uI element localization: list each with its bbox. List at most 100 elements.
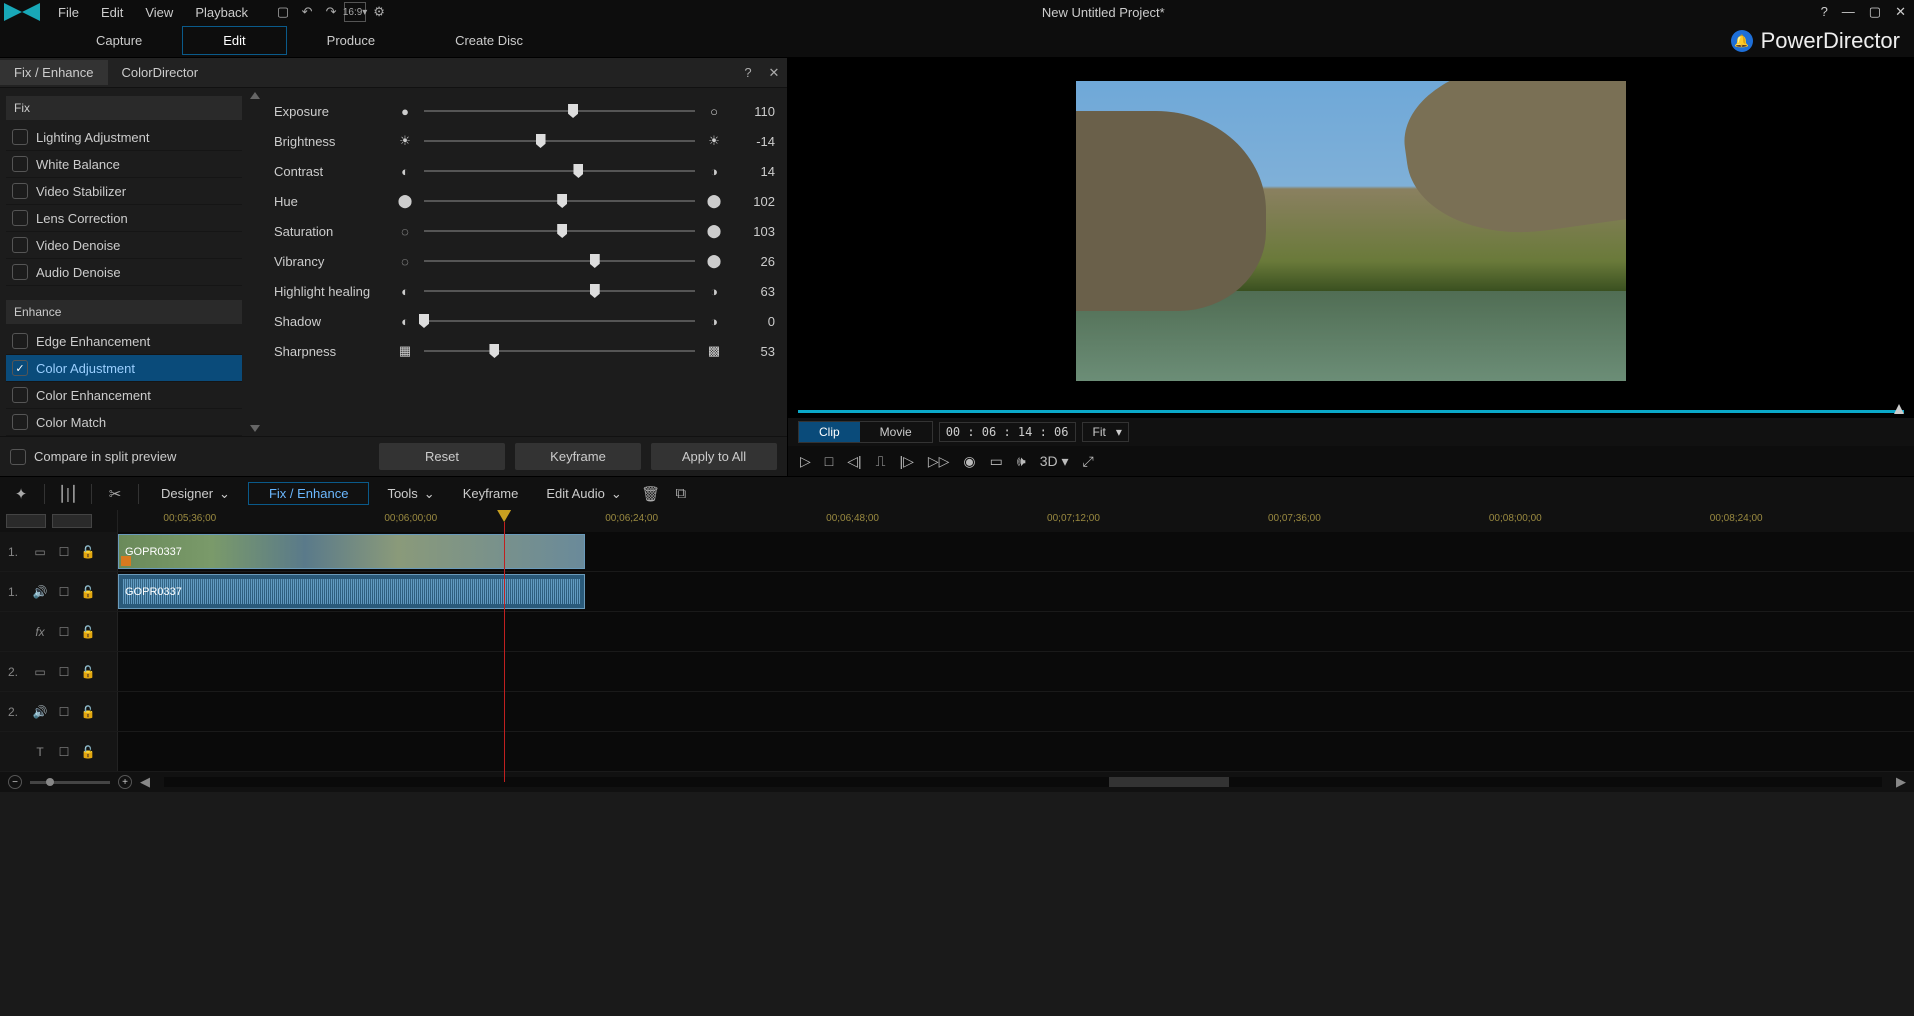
timeline-ruler[interactable]: 00;05;36;0000;06;00;0000;06;24;0000;06;4… bbox=[0, 510, 1914, 532]
track-visibility-icon[interactable]: ☐ bbox=[56, 705, 72, 719]
timeline-clip[interactable]: GOPR0337 bbox=[118, 574, 585, 609]
zoom-in-icon[interactable]: + bbox=[118, 775, 132, 789]
keyframe-tool-button[interactable]: Keyframe bbox=[453, 482, 529, 505]
menu-edit[interactable]: Edit bbox=[91, 2, 133, 23]
slider-thumb[interactable] bbox=[419, 314, 429, 328]
slider-thumb[interactable] bbox=[557, 224, 567, 238]
slider-thumb[interactable] bbox=[590, 254, 600, 268]
next-frame-icon[interactable]: |▷ bbox=[899, 453, 913, 470]
scroll-up-icon[interactable] bbox=[250, 92, 260, 99]
track-header[interactable]: 2.🔊☐🔓 bbox=[0, 692, 118, 731]
slider-track[interactable] bbox=[424, 350, 695, 352]
compare-split-checkbox[interactable]: Compare in split preview bbox=[10, 449, 176, 465]
item-color-enhancement[interactable]: Color Enhancement bbox=[6, 382, 242, 409]
aspect-icon[interactable]: 16:9▾ bbox=[344, 2, 366, 22]
slider-track[interactable] bbox=[424, 260, 695, 262]
track-lock-icon[interactable]: 🔓 bbox=[80, 625, 96, 639]
track-lock-icon[interactable]: 🔓 bbox=[80, 545, 96, 559]
scroll-left-icon[interactable]: ◀ bbox=[140, 774, 150, 790]
slider-value[interactable]: 110 bbox=[733, 104, 775, 119]
checkbox[interactable] bbox=[12, 129, 28, 145]
minimize-icon[interactable]: — bbox=[1838, 4, 1859, 20]
slider-thumb[interactable] bbox=[489, 344, 499, 358]
slider-value[interactable]: 63 bbox=[733, 284, 775, 299]
split-icon[interactable]: ⎮|⎮ bbox=[57, 485, 79, 503]
track-header[interactable]: T☐🔓 bbox=[0, 732, 118, 771]
slider-thumb[interactable] bbox=[557, 194, 567, 208]
item-color-adjustment[interactable]: Color Adjustment bbox=[6, 355, 242, 382]
scroll-down-icon[interactable] bbox=[250, 425, 260, 432]
track-header[interactable]: 1.▭☐🔓 bbox=[0, 532, 118, 571]
slider-thumb[interactable] bbox=[573, 164, 583, 178]
slider-value[interactable]: 102 bbox=[733, 194, 775, 209]
checkbox[interactable] bbox=[12, 360, 28, 376]
tab-colordirector[interactable]: ColorDirector bbox=[108, 60, 213, 85]
track-lane[interactable] bbox=[118, 692, 1914, 731]
mode-capture[interactable]: Capture bbox=[56, 27, 182, 54]
sidebar-scroll[interactable] bbox=[248, 88, 262, 436]
track-lane[interactable] bbox=[118, 652, 1914, 691]
ruler-marks[interactable]: 00;05;36;0000;06;00;0000;06;24;0000;06;4… bbox=[118, 510, 1914, 532]
zoom-slider[interactable] bbox=[30, 781, 110, 784]
fix-enhance-button[interactable]: Fix / Enhance bbox=[248, 482, 370, 505]
ruler-btn-view[interactable] bbox=[6, 514, 46, 528]
slider-thumb[interactable] bbox=[536, 134, 546, 148]
slider-value[interactable]: 53 bbox=[733, 344, 775, 359]
slider-value[interactable]: 14 bbox=[733, 164, 775, 179]
item-lighting-adjustment[interactable]: Lighting Adjustment bbox=[6, 124, 242, 151]
seek-marker[interactable] bbox=[1894, 404, 1904, 414]
menu-file[interactable]: File bbox=[48, 2, 89, 23]
trash-icon[interactable]: 🗑 bbox=[640, 485, 662, 503]
stop-icon[interactable]: □ bbox=[825, 453, 833, 469]
panel-close-icon[interactable]: ✕ bbox=[761, 65, 787, 81]
track-lock-icon[interactable]: 🔓 bbox=[80, 705, 96, 719]
item-audio-denoise[interactable]: Audio Denoise bbox=[6, 259, 242, 286]
item-edge-enhancement[interactable]: Edge Enhancement bbox=[6, 328, 242, 355]
track-lane[interactable] bbox=[118, 732, 1914, 771]
fast-forward-icon[interactable]: ▷▷ bbox=[928, 453, 950, 470]
magic-tool-icon[interactable]: ✦ bbox=[10, 485, 32, 503]
step-icon[interactable]: ⎍ bbox=[876, 453, 886, 470]
prev-frame-icon[interactable]: ◁| bbox=[847, 453, 861, 470]
close-icon[interactable]: ✕ bbox=[1891, 4, 1910, 20]
track-header[interactable]: 1.🔊☐🔓 bbox=[0, 572, 118, 611]
checkbox[interactable] bbox=[12, 333, 28, 349]
undo-icon[interactable]: ↶ bbox=[296, 2, 318, 22]
track-visibility-icon[interactable]: ☐ bbox=[56, 585, 72, 599]
keyframe-button[interactable]: Keyframe bbox=[515, 443, 641, 470]
playhead[interactable] bbox=[497, 510, 511, 522]
item-white-balance[interactable]: White Balance bbox=[6, 151, 242, 178]
checkbox[interactable] bbox=[12, 237, 28, 253]
more-icon[interactable]: ⧉ bbox=[670, 485, 692, 502]
snapshot-icon[interactable]: ◉ bbox=[963, 453, 975, 470]
slider-track[interactable] bbox=[424, 230, 695, 232]
item-video-stabilizer[interactable]: Video Stabilizer bbox=[6, 178, 242, 205]
track-visibility-icon[interactable]: ☐ bbox=[56, 625, 72, 639]
display-options-icon[interactable]: ▭ bbox=[990, 453, 1003, 470]
3d-button[interactable]: 3D ▾ bbox=[1040, 453, 1069, 470]
checkbox[interactable] bbox=[12, 264, 28, 280]
undock-icon[interactable]: ⤢ bbox=[1083, 453, 1094, 470]
slider-thumb[interactable] bbox=[568, 104, 578, 118]
ruler-btn-marker[interactable] bbox=[52, 514, 92, 528]
designer-dropdown[interactable]: Designer⌄ bbox=[151, 482, 240, 506]
item-color-match[interactable]: Color Match bbox=[6, 409, 242, 436]
edit-audio-dropdown[interactable]: Edit Audio⌄ bbox=[536, 482, 631, 506]
slider-track[interactable] bbox=[424, 170, 695, 172]
item-video-denoise[interactable]: Video Denoise bbox=[6, 232, 242, 259]
slider-value[interactable]: -14 bbox=[733, 134, 775, 149]
track-header[interactable]: 2.▭☐🔓 bbox=[0, 652, 118, 691]
menu-playback[interactable]: Playback bbox=[185, 2, 258, 23]
volume-icon[interactable]: 🕪 bbox=[1017, 453, 1026, 470]
track-lane[interactable]: GOPR0337 bbox=[118, 572, 1914, 611]
tab-fix-enhance[interactable]: Fix / Enhance bbox=[0, 60, 108, 85]
panel-help-icon[interactable]: ? bbox=[735, 65, 761, 80]
checkbox[interactable] bbox=[10, 449, 26, 465]
reset-button[interactable]: Reset bbox=[379, 443, 505, 470]
track-lock-icon[interactable]: 🔓 bbox=[80, 585, 96, 599]
track-lane[interactable] bbox=[118, 612, 1914, 651]
seg-clip[interactable]: Clip bbox=[799, 422, 860, 442]
preview-seekbar[interactable] bbox=[798, 404, 1904, 418]
seg-movie[interactable]: Movie bbox=[860, 422, 932, 442]
checkbox[interactable] bbox=[12, 414, 28, 430]
